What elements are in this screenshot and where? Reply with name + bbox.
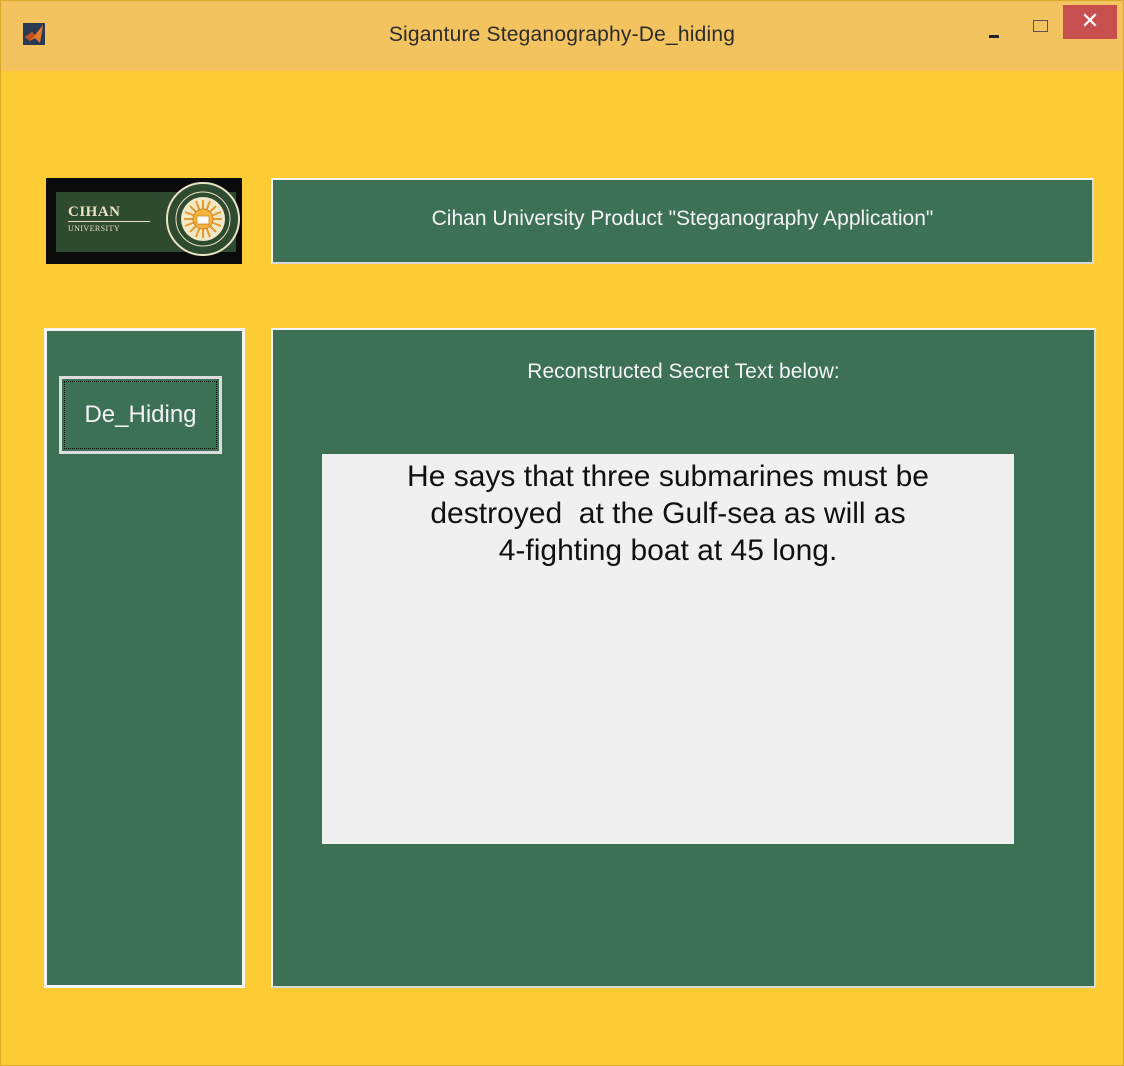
product-banner: Cihan University Product "Steganography … — [271, 178, 1094, 264]
output-heading: Reconstructed Secret Text below: — [527, 360, 840, 383]
maximize-button[interactable] — [1025, 7, 1055, 45]
app-window: Siganture Steganography-De_hiding ✕ CIHA… — [0, 0, 1124, 1066]
logo-wordmark: CIHAN — [68, 204, 121, 220]
close-icon: ✕ — [1080, 8, 1100, 33]
banner-title: Cihan University Product "Steganography … — [431, 207, 934, 230]
title-bar[interactable]: Siganture Steganography-De_hiding ✕ — [1, 1, 1123, 71]
secret-text-line: 4-fighting boat at 45 long. — [498, 534, 838, 567]
minimize-button[interactable] — [977, 7, 1011, 45]
secret-text-line: He says that three submarines must be — [407, 460, 929, 493]
secret-text-line: destroyed at the Gulf-sea as will as — [430, 497, 906, 530]
logo-rule — [68, 221, 150, 222]
cihan-university-logo: CIHAN UNIVERSITY — [46, 178, 242, 264]
de-hiding-button[interactable]: De_Hiding — [59, 376, 222, 454]
close-button[interactable]: ✕ — [1063, 5, 1117, 39]
secret-text-box[interactable]: He says that three submarines must be de… — [322, 454, 1014, 844]
university-seal-icon — [166, 182, 240, 256]
logo-subtitle: UNIVERSITY — [68, 224, 120, 233]
window-title: Siganture Steganography-De_hiding — [388, 23, 736, 46]
